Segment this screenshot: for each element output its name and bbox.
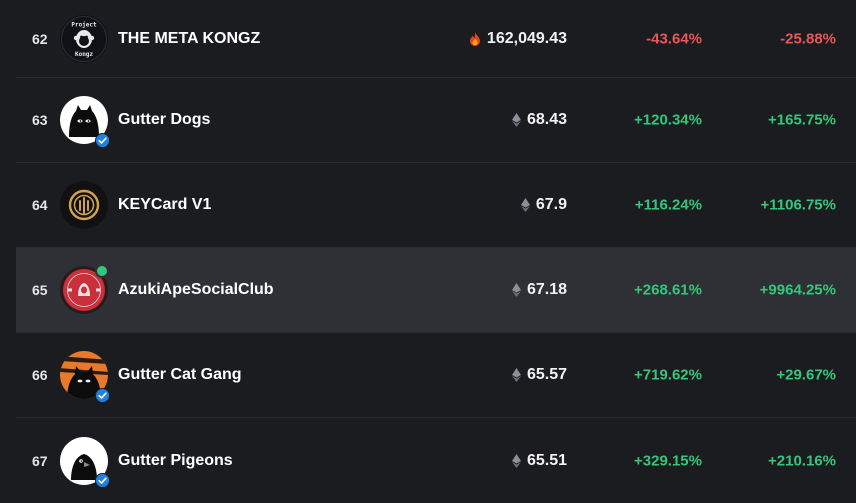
floor-price: 162,049.43 bbox=[469, 30, 567, 48]
collection-name[interactable]: THE META KONGZ bbox=[118, 30, 260, 48]
rank-number: 65 bbox=[32, 282, 48, 298]
collection-row-azukiapesocialclub[interactable]: 65 AzukiApeSocialClub 67.18 +268.61% +99… bbox=[16, 248, 856, 333]
price-value: 162,049.43 bbox=[486, 29, 567, 47]
kongz-logo-icon: Project Kongz bbox=[60, 14, 108, 63]
collection-name[interactable]: AzukiApeSocialClub bbox=[118, 281, 274, 299]
collection-avatar[interactable] bbox=[59, 180, 109, 230]
verified-badge-icon bbox=[95, 388, 110, 403]
svg-text:Project: Project bbox=[71, 21, 97, 28]
change-percent-1: +719.62% bbox=[634, 366, 702, 384]
change-percent-1: +120.34% bbox=[634, 111, 702, 129]
price-value: 65.51 bbox=[526, 451, 567, 469]
svg-text:Kongz: Kongz bbox=[75, 51, 93, 58]
collection-name[interactable]: Gutter Cat Gang bbox=[118, 366, 242, 384]
verified-badge-icon bbox=[95, 473, 110, 488]
floor-price: 65.51 bbox=[511, 451, 567, 470]
price-value: 65.57 bbox=[526, 366, 567, 383]
floor-price: 67.18 bbox=[511, 281, 567, 299]
ethereum-icon bbox=[511, 113, 521, 127]
keycard-logo-icon bbox=[60, 181, 108, 229]
collection-name[interactable]: Gutter Pigeons bbox=[118, 452, 233, 470]
rank-number: 64 bbox=[32, 197, 48, 213]
collection-name[interactable]: Gutter Dogs bbox=[118, 111, 210, 129]
ethereum-icon bbox=[511, 453, 521, 468]
floor-price: 67.9 bbox=[520, 196, 567, 214]
change-percent-2: +165.75% bbox=[768, 111, 836, 129]
floor-price: 68.43 bbox=[511, 111, 567, 129]
change-percent-2: +210.16% bbox=[768, 452, 836, 469]
rank-number: 62 bbox=[32, 30, 48, 47]
collection-row-gutter-dogs[interactable]: 63 Gutter Dogs 68.43 +120.34% +165.75% bbox=[16, 78, 856, 163]
change-percent-1: +329.15% bbox=[634, 452, 702, 469]
change-percent-1: +116.24% bbox=[634, 196, 702, 214]
collection-row-gutter-cat-gang[interactable]: 66 Gutter Cat Gang 65.57 +719.62% +29.67… bbox=[16, 333, 856, 418]
change-percent-2: -25.88% bbox=[780, 30, 836, 47]
floor-price: 65.57 bbox=[511, 366, 567, 384]
change-percent-2: +1106.75% bbox=[760, 196, 837, 214]
rank-number: 66 bbox=[32, 367, 48, 383]
token-fire-icon bbox=[469, 31, 481, 46]
price-value: 67.18 bbox=[526, 281, 567, 298]
collection-row-gutter-pigeons[interactable]: 67 Gutter Pigeons 65.51 +329.15% +210.16… bbox=[16, 418, 856, 503]
ethereum-icon bbox=[511, 368, 521, 382]
verified-badge-icon bbox=[95, 133, 110, 148]
ethereum-icon bbox=[511, 283, 521, 297]
price-value: 68.43 bbox=[526, 111, 567, 128]
collection-name[interactable]: KEYCard V1 bbox=[118, 196, 211, 214]
collection-avatar[interactable]: Project Kongz bbox=[59, 14, 109, 64]
price-value: 67.9 bbox=[535, 196, 567, 213]
collection-row-keycard-v1[interactable]: 64 KEYCard V1 67.9 +116.24% +1106.75% bbox=[16, 163, 856, 248]
change-percent-2: +29.67% bbox=[776, 366, 836, 384]
change-percent-2: +9964.25% bbox=[759, 281, 836, 299]
rank-number: 67 bbox=[32, 452, 48, 469]
change-percent-1: -43.64% bbox=[646, 30, 702, 47]
collection-row-the-meta-kongz[interactable]: 62 Project Kongz THE META KONGZ 162,049.… bbox=[16, 0, 856, 78]
change-percent-1: +268.61% bbox=[634, 281, 702, 299]
rank-number: 63 bbox=[32, 112, 48, 128]
online-status-dot bbox=[95, 264, 109, 278]
ethereum-icon bbox=[520, 198, 530, 212]
collection-ranking-list: 62 Project Kongz THE META KONGZ 162,049.… bbox=[16, 0, 856, 503]
